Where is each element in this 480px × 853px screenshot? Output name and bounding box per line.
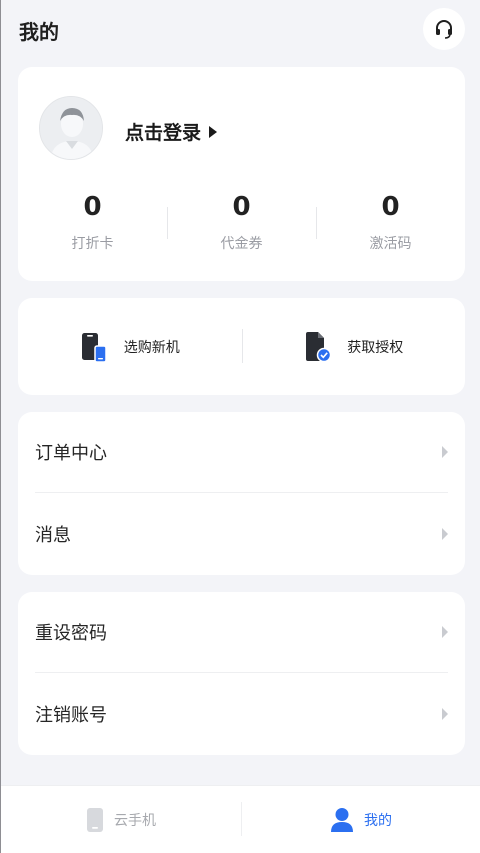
menu-item-delete-account[interactable]: 注销账号 <box>35 673 448 754</box>
stat-label: 激活码 <box>369 236 412 252</box>
menu-item-reset-password[interactable]: 重设密码 <box>35 592 448 673</box>
header: 我的 <box>1 0 480 62</box>
bottom-tab-bar: 云手机 我的 <box>1 785 480 853</box>
tab-cloud-phone[interactable]: 云手机 <box>1 786 241 853</box>
stat-label: 打折卡 <box>71 236 114 252</box>
menu-label: 重设密码 <box>35 623 107 644</box>
login-text: 点击登录 <box>125 122 202 144</box>
document-authorize-icon <box>306 331 332 362</box>
buy-new-phone-button[interactable]: 选购新机 <box>18 298 242 395</box>
action-label: 选购新机 <box>123 339 180 356</box>
tab-label: 云手机 <box>114 812 156 829</box>
stat-activation-code[interactable]: 0 激活码 <box>316 187 465 259</box>
stat-discount-card[interactable]: 0 打折卡 <box>18 187 167 259</box>
chevron-right-icon <box>442 707 448 720</box>
actions-card: 选购新机 获取授权 <box>18 298 465 395</box>
profile-card: 点击登录 0 打折卡 0 代金券 0 激活码 <box>18 67 465 281</box>
headset-icon <box>436 20 452 39</box>
menu-label: 订单中心 <box>35 443 107 464</box>
page-title: 我的 <box>19 20 59 44</box>
avatar[interactable] <box>39 96 103 160</box>
stat-value: 0 <box>381 192 400 222</box>
stat-voucher[interactable]: 0 代金券 <box>167 187 316 259</box>
tab-label: 我的 <box>364 812 392 829</box>
menu-group-account: 重设密码 注销账号 <box>18 592 465 755</box>
default-avatar-icon <box>40 97 102 159</box>
menu-label: 注销账号 <box>35 704 107 726</box>
stat-value: 0 <box>232 192 251 222</box>
user-icon <box>331 807 353 832</box>
tab-mine[interactable]: 我的 <box>241 786 480 853</box>
action-label: 获取授权 <box>347 339 404 356</box>
chevron-right-icon <box>442 527 448 540</box>
get-authorization-button[interactable]: 获取授权 <box>241 298 466 395</box>
menu-label: 消息 <box>35 524 71 546</box>
chevron-right-icon <box>442 626 448 638</box>
chevron-right-icon <box>442 446 448 458</box>
stat-label: 代金券 <box>220 236 263 252</box>
customer-service-button[interactable] <box>423 8 465 50</box>
stat-value: 0 <box>83 192 102 222</box>
login-link[interactable]: 点击登录 <box>125 118 218 145</box>
menu-item-messages[interactable]: 消息 <box>35 493 448 574</box>
cloud-phone-icon <box>87 807 103 832</box>
menu-group-orders: 订单中心 消息 <box>18 412 465 575</box>
menu-item-order-center[interactable]: 订单中心 <box>35 412 448 493</box>
phone-buy-icon <box>81 332 107 363</box>
caret-right-icon <box>209 125 218 138</box>
stats-row: 0 打折卡 0 代金券 0 激活码 <box>18 187 465 259</box>
